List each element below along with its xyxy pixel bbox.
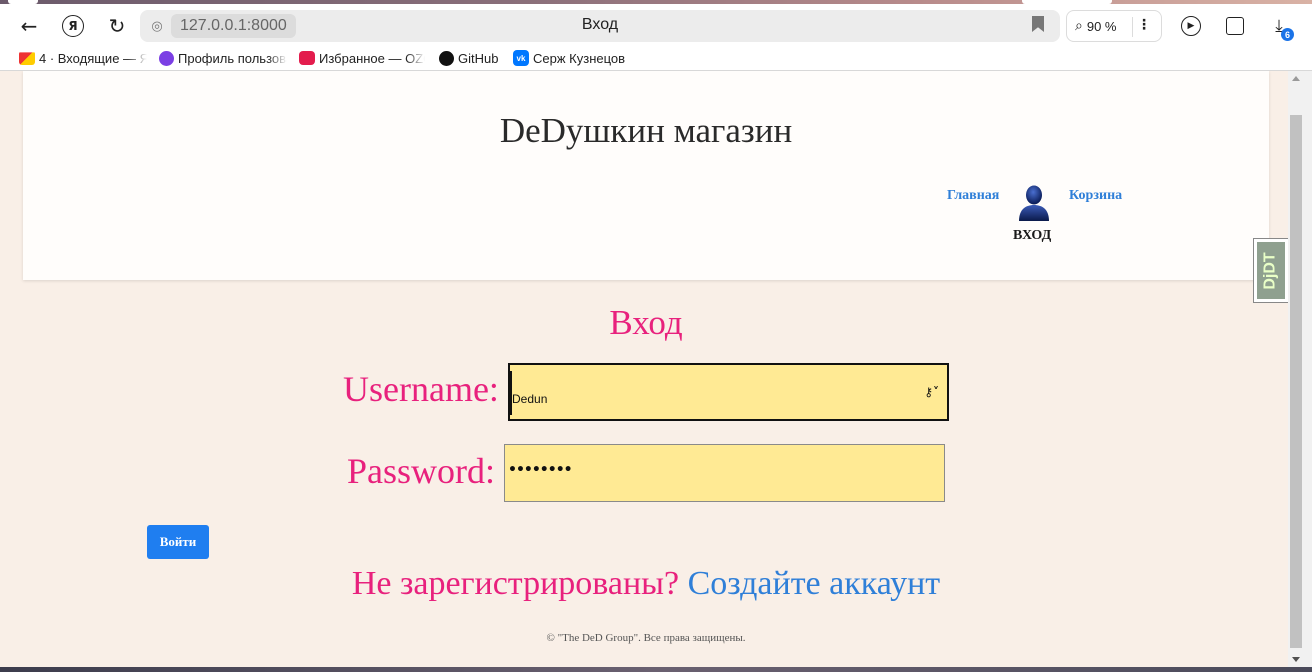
site-info-icon[interactable]: ◎ <box>146 15 168 37</box>
password-value: •••••••• <box>508 462 573 478</box>
tab-stub[interactable] <box>1022 0 1112 4</box>
djdt-label-box: DjDT <box>1257 242 1285 299</box>
user-avatar-icon[interactable] <box>1017 183 1051 221</box>
bookmark-item[interactable]: vk Серж Кузнецов <box>513 49 625 67</box>
site-title: DeDушкин магазин <box>499 111 793 150</box>
tab-stub[interactable] <box>8 0 38 4</box>
djdt-label: DjDT <box>1262 251 1280 290</box>
nav-link-home[interactable]: Главная <box>947 188 999 204</box>
bookmarks-bar: 4 · Входящие — Яндекс Профиль пользовате… <box>0 47 1312 69</box>
url-text[interactable]: 127.0.0.1:8000 <box>171 14 296 38</box>
password-input[interactable]: •••••••• <box>504 444 945 502</box>
username-label: Username: <box>343 369 499 409</box>
vk-icon: vk <box>513 50 529 66</box>
bookmark-label: Серж Кузнецов <box>533 50 626 66</box>
bookmark-label: GitHub <box>458 50 499 66</box>
zoom-icon: ⌕ <box>1075 18 1083 34</box>
bookmark-item[interactable]: Избранное — OZON <box>299 49 425 67</box>
password-manager-key-icon[interactable]: ⚷˅ <box>924 385 939 399</box>
create-account-link[interactable]: Создайте аккаунт <box>688 565 941 602</box>
bookmark-item[interactable]: Профиль пользователя <box>159 49 287 67</box>
footer-copyright: © "The DeD Group". Все права защищены. <box>546 632 746 644</box>
bookmark-item[interactable]: GitHub <box>439 49 498 67</box>
bookmark-label: 4 · Входящие — Яндекс <box>39 50 147 66</box>
mail-icon <box>19 52 35 65</box>
media-play-icon[interactable]: ▶ <box>1178 13 1204 39</box>
username-input[interactable]: Dedun ⚷˅ <box>508 363 949 421</box>
bookmark-icon[interactable] <box>1032 16 1044 32</box>
page-viewport: DeDушкин магазин Главная Корзина ВХОД Вх… <box>0 71 1288 667</box>
zoom-level: 90 % <box>1086 18 1117 34</box>
yandex-icon[interactable]: Я <box>59 12 87 40</box>
scrollbar-thumb[interactable] <box>1290 115 1302 648</box>
bookmark-label: Избранное — OZON <box>319 50 425 66</box>
address-bar[interactable]: ◎ 127.0.0.1:8000 Вход <box>140 10 1060 42</box>
django-debug-toolbar-handle[interactable]: DjDT <box>1253 238 1288 303</box>
password-label: Password: <box>347 451 496 491</box>
login-heading: Вход <box>609 303 683 342</box>
downloads-badge: 6 <box>1281 28 1294 41</box>
desktop-background <box>0 667 1312 672</box>
nav-link-login[interactable]: ВХОД <box>1013 228 1051 244</box>
username-value: Dedun <box>512 392 548 406</box>
collections-icon[interactable] <box>1222 13 1248 39</box>
browser-chrome: ← Я ↻ ◎ 127.0.0.1:8000 Вход ⌕ 90 % ⋮ ▶ ⤓… <box>0 0 1312 71</box>
window-edge <box>1305 71 1312 667</box>
github-icon <box>439 50 454 66</box>
nav-link-cart[interactable]: Корзина <box>1069 188 1122 204</box>
back-arrow-icon[interactable]: ← <box>15 12 43 40</box>
vertical-scrollbar[interactable] <box>1288 71 1305 667</box>
scroll-up-icon[interactable] <box>1292 76 1300 81</box>
bookmark-label: Профиль пользователя <box>178 50 287 66</box>
reload-icon[interactable]: ↻ <box>103 12 131 40</box>
tab-strip <box>0 0 1312 4</box>
site-header: DeDушкин магазин Главная Корзина ВХОД <box>23 71 1269 280</box>
ozon-icon <box>299 51 315 65</box>
profile-icon <box>159 50 174 66</box>
menu-kebab-icon[interactable]: ⋮ <box>1137 17 1151 33</box>
signup-question: Не зарегистрированы? <box>351 565 680 602</box>
login-submit-button[interactable]: Войти <box>147 525 209 559</box>
signup-prompt: Не зарегистрированы? Создайте аккаунт <box>0 565 1288 603</box>
bookmark-item[interactable]: 4 · Входящие — Яндекс <box>19 49 147 67</box>
zoom-control[interactable]: ⌕ 90 % ⋮ <box>1066 10 1162 42</box>
scroll-down-icon[interactable] <box>1292 657 1300 662</box>
divider <box>1132 17 1133 37</box>
